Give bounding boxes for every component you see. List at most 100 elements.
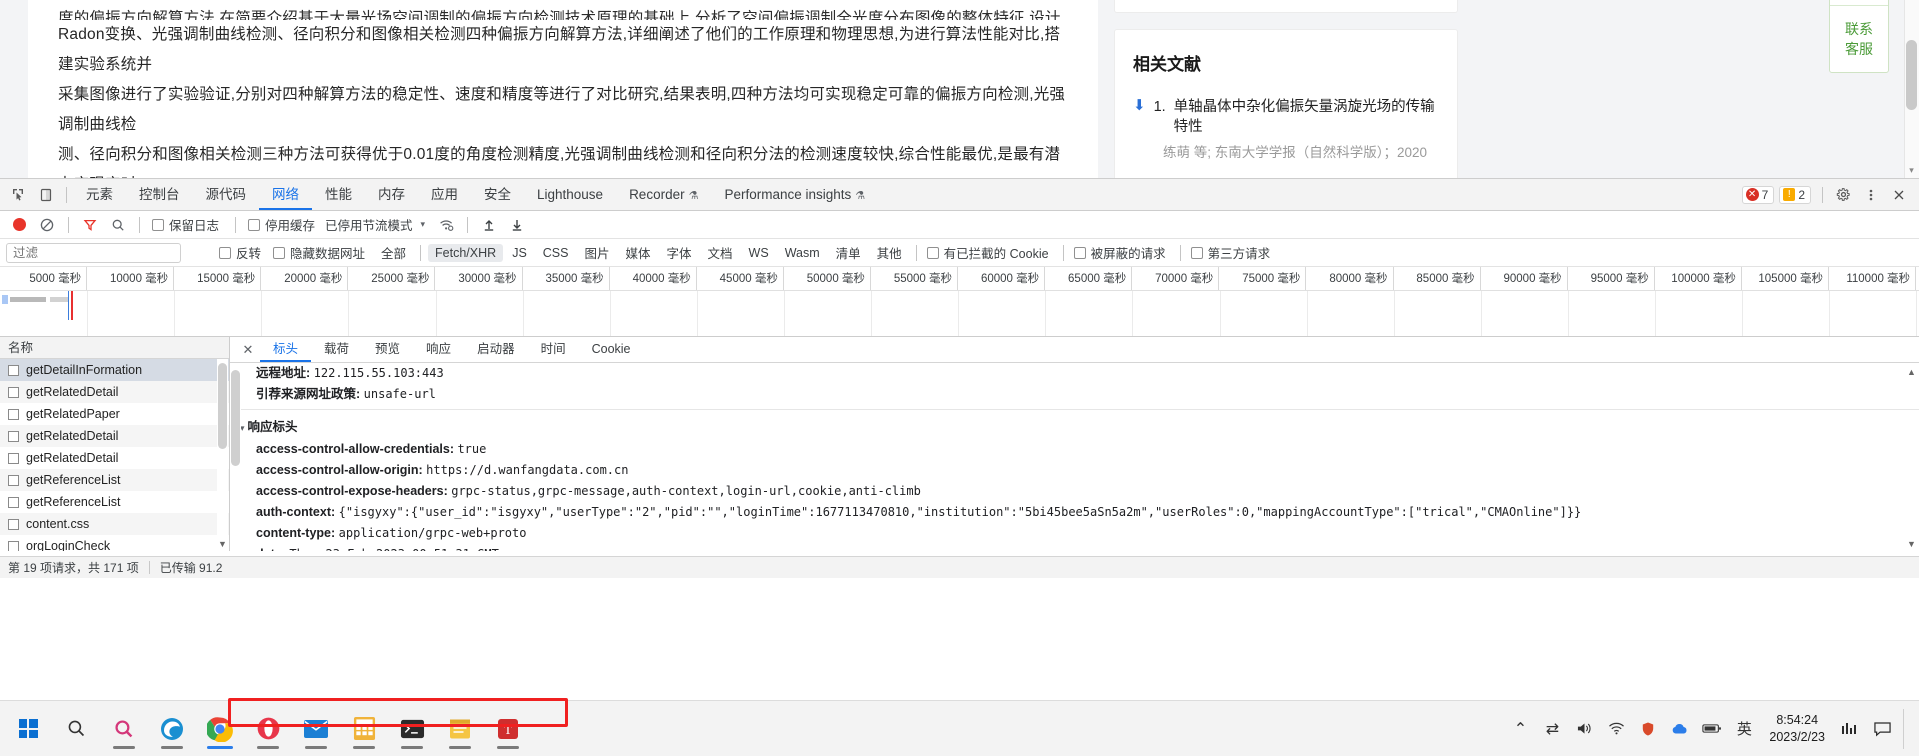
details-scroll-up-icon[interactable]: ▲: [1906, 367, 1917, 377]
gear-icon[interactable]: [1829, 182, 1857, 208]
tab-performance-insights[interactable]: Performance insights ⚗: [711, 179, 878, 210]
details-scroll-thumb[interactable]: [231, 370, 240, 466]
tab-application[interactable]: 应用: [418, 179, 471, 210]
filter-type-manifest[interactable]: 清单: [829, 241, 868, 264]
network-conditions-icon[interactable]: [433, 213, 459, 237]
request-row[interactable]: getRelatedPaper: [0, 403, 229, 425]
checkbox-box[interactable]: [926, 246, 939, 259]
request-row[interactable]: getRelatedDetail: [0, 447, 229, 469]
disable-cache-checkbox[interactable]: 停用缓存: [248, 215, 315, 234]
overview-graph[interactable]: [0, 291, 1919, 336]
taskbar-clock[interactable]: 8:54:24 2023/2/23: [1761, 712, 1833, 746]
tab-lighthouse[interactable]: Lighthouse: [524, 179, 616, 210]
tab-sources[interactable]: 源代码: [193, 179, 260, 210]
export-har-icon[interactable]: [504, 213, 530, 237]
tray-wifi-icon[interactable]: [1601, 709, 1631, 749]
details-tab-cookies[interactable]: Cookie: [579, 337, 644, 362]
tab-console[interactable]: 控制台: [126, 179, 193, 210]
third-party-checkbox[interactable]: 第三方请求: [1190, 243, 1270, 262]
request-row[interactable]: orgLoginCheck: [0, 535, 229, 551]
filter-type-all[interactable]: 全部: [374, 241, 413, 264]
filter-toggle-button[interactable]: [77, 213, 103, 237]
dock-contact-support[interactable]: 联系 客服: [1830, 5, 1888, 72]
checkbox-box[interactable]: [273, 246, 286, 259]
tray-ime-indicator[interactable]: 英: [1729, 709, 1759, 749]
filter-input[interactable]: [6, 242, 181, 263]
related-item-1-title[interactable]: 单轴晶体中杂化偏振矢量涡旋光场的传输特性: [1174, 97, 1439, 137]
close-devtools-icon[interactable]: [1885, 182, 1913, 208]
chrome-button[interactable]: [198, 707, 242, 751]
network-overview[interactable]: 5000 毫秒 10000 毫秒 15000 毫秒 20000 毫秒 25000 毫秒 3…: [0, 267, 1919, 337]
error-count-badge[interactable]: ✕ 7: [1741, 185, 1775, 204]
request-list-header[interactable]: 名称: [0, 337, 229, 359]
throttling-value[interactable]: 已停用节流模式: [325, 215, 413, 234]
details-scroll-down-icon[interactable]: ▼: [1906, 539, 1917, 549]
request-row[interactable]: getReferenceList: [0, 491, 229, 513]
filter-type-ws[interactable]: WS: [742, 244, 776, 262]
request-list-scroll-thumb[interactable]: [218, 363, 227, 449]
request-list-scrollbar[interactable]: [217, 359, 228, 551]
notes-button[interactable]: [438, 707, 482, 751]
details-tab-timing[interactable]: 时间: [528, 337, 579, 362]
tray-volume-icon[interactable]: [1569, 709, 1599, 749]
filter-type-other[interactable]: 其他: [870, 241, 909, 264]
filter-type-font[interactable]: 字体: [660, 241, 699, 264]
checkbox-box[interactable]: [1073, 246, 1086, 259]
checkbox-box[interactable]: [1190, 246, 1203, 259]
terminal-button[interactable]: [390, 707, 434, 751]
tab-performance[interactable]: 性能: [312, 179, 365, 210]
details-left-scrollbar[interactable]: [230, 364, 241, 551]
start-button[interactable]: [6, 707, 50, 751]
inspect-element-icon[interactable]: [4, 182, 32, 208]
filter-type-media[interactable]: 媒体: [619, 241, 658, 264]
checkbox-box[interactable]: [248, 218, 261, 231]
import-har-icon[interactable]: [476, 213, 502, 237]
checkbox-box[interactable]: [152, 218, 164, 231]
filter-type-css[interactable]: CSS: [536, 244, 576, 262]
tab-security[interactable]: 安全: [471, 179, 524, 210]
search-button[interactable]: [54, 707, 98, 751]
related-item-1[interactable]: ⬇ 1. 单轴晶体中杂化偏振矢量涡旋光场的传输特性: [1133, 97, 1439, 137]
details-tab-response[interactable]: 响应: [413, 337, 464, 362]
preserve-log-checkbox[interactable]: 保留日志: [152, 215, 219, 234]
blocked-cookies-checkbox[interactable]: 有已拦截的 Cookie: [926, 243, 1049, 262]
request-row[interactable]: getRelatedDetail: [0, 381, 229, 403]
tray-shield-icon[interactable]: [1633, 709, 1663, 749]
filter-type-img[interactable]: 图片: [577, 241, 616, 264]
tray-notifications-icon[interactable]: [1867, 709, 1897, 749]
close-details-icon[interactable]: ✕: [236, 342, 260, 358]
details-tab-headers[interactable]: 标头: [260, 337, 311, 362]
chevron-down-icon[interactable]: ▾: [421, 219, 426, 230]
filter-type-fetch-xhr[interactable]: Fetch/XHR: [428, 243, 504, 262]
tray-cloud-icon[interactable]: [1665, 709, 1695, 749]
page-scrollbar-thumb[interactable]: [1906, 40, 1917, 110]
request-row[interactable]: getReferenceList: [0, 469, 229, 491]
device-toolbar-icon[interactable]: [32, 182, 60, 208]
blocked-requests-checkbox[interactable]: 被屏蔽的请求: [1073, 243, 1166, 262]
clear-button[interactable]: [34, 213, 60, 237]
tray-chevron-up-icon[interactable]: ⌃: [1505, 709, 1535, 749]
search-icon[interactable]: [105, 213, 131, 237]
tab-recorder[interactable]: Recorder ⚗: [616, 179, 711, 210]
filter-type-wasm[interactable]: Wasm: [778, 244, 827, 262]
filter-type-doc[interactable]: 文档: [701, 241, 740, 264]
checkbox-box[interactable]: [219, 246, 231, 259]
page-scrollbar[interactable]: ▾: [1904, 0, 1919, 178]
request-row[interactable]: getRelatedDetail: [0, 425, 229, 447]
show-desktop-button[interactable]: [1903, 708, 1911, 749]
tray-sync-icon[interactable]: ⇄: [1537, 709, 1567, 749]
details-tab-initiator[interactable]: 启动器: [464, 337, 528, 362]
text-app-button[interactable]: T: [486, 707, 530, 751]
taskview-button[interactable]: [102, 707, 146, 751]
details-tab-payload[interactable]: 载荷: [311, 337, 362, 362]
tab-elements[interactable]: 元素: [73, 179, 126, 210]
tray-graph-icon[interactable]: [1835, 709, 1865, 749]
tab-network[interactable]: 网络: [259, 179, 312, 210]
hide-data-urls-checkbox[interactable]: 隐藏数据网址: [273, 243, 365, 262]
filter-type-js[interactable]: JS: [505, 244, 534, 262]
download-icon[interactable]: ⬇: [1133, 97, 1146, 115]
calculator-button[interactable]: [342, 707, 386, 751]
opera-button[interactable]: [246, 707, 290, 751]
edge-button[interactable]: [150, 707, 194, 751]
record-button[interactable]: [6, 213, 32, 237]
